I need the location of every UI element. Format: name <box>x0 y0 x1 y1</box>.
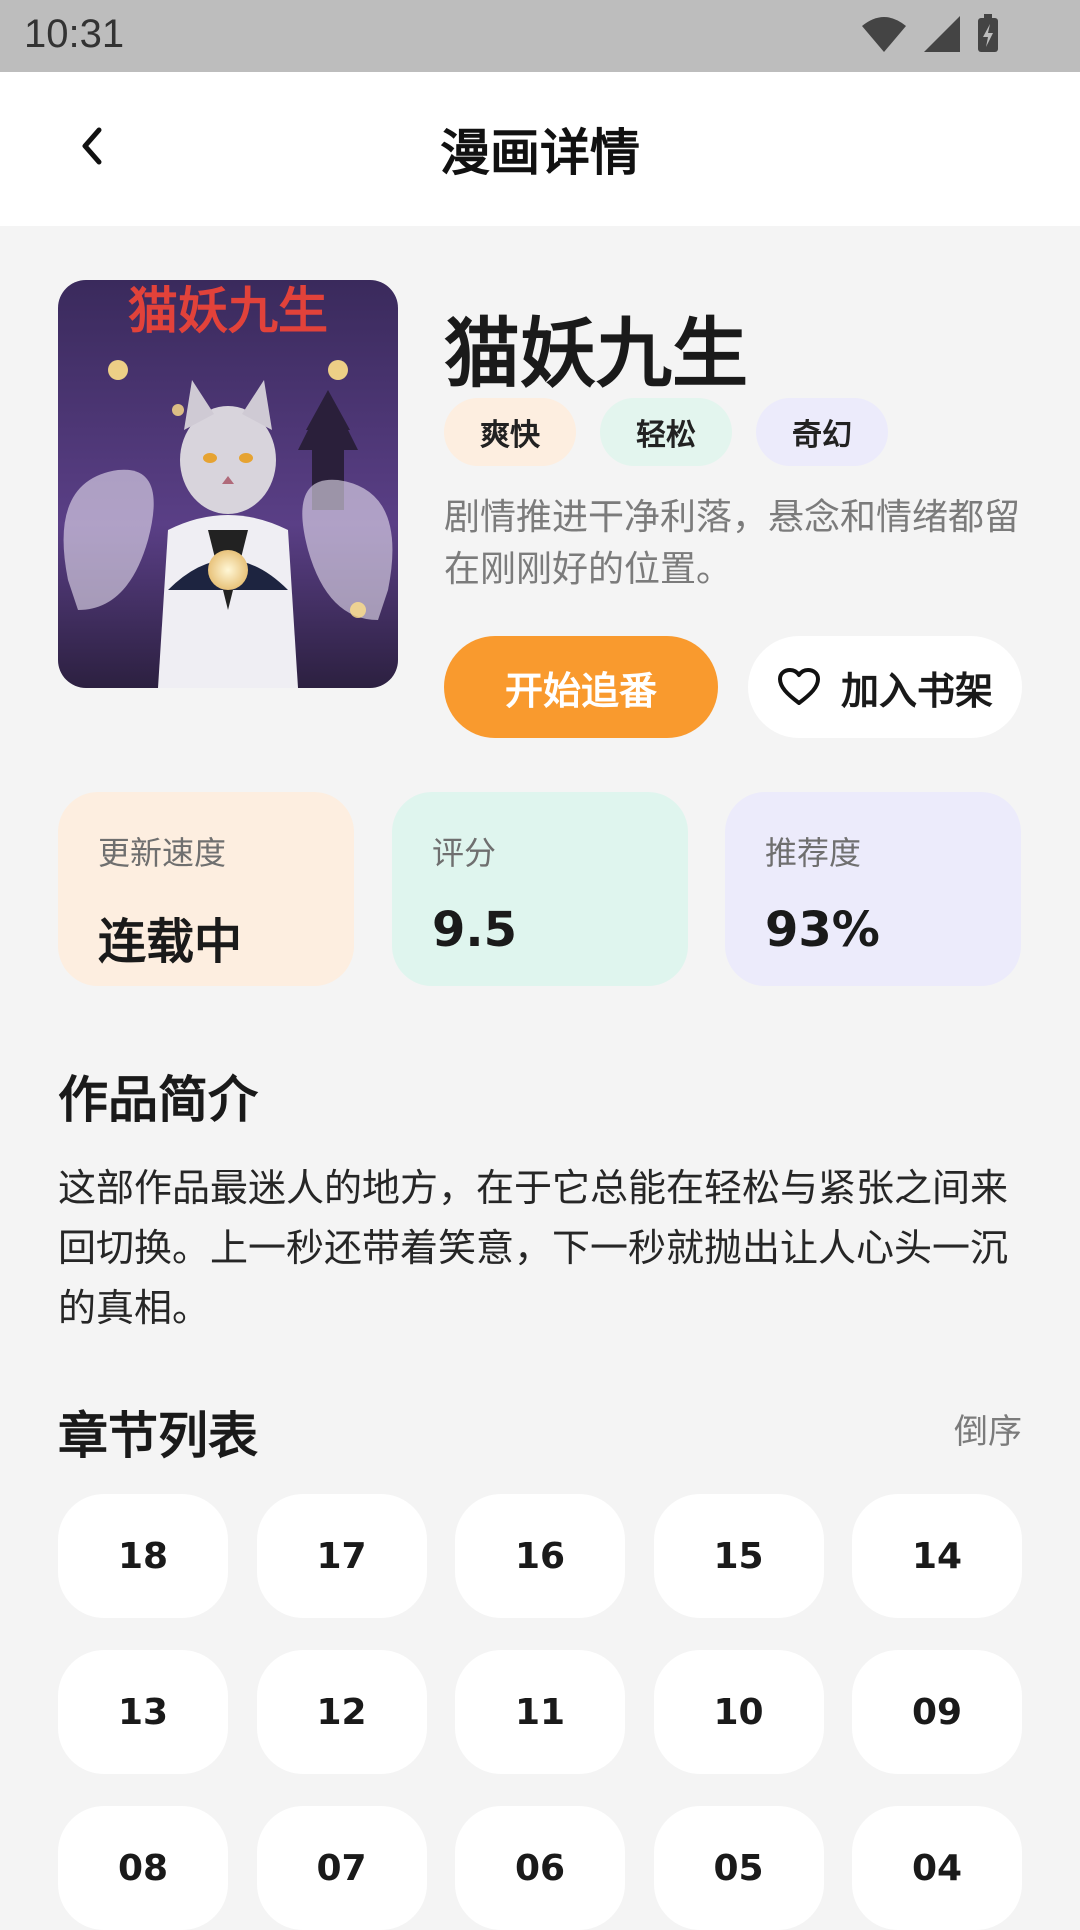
chapter-item[interactable]: 06 <box>455 1806 625 1930</box>
comic-cover[interactable]: 猫妖九生 <box>58 280 398 688</box>
page-title: 漫画详情 <box>440 124 640 182</box>
status-bar: 10:31 <box>0 0 1080 72</box>
chapter-item[interactable]: 16 <box>455 1494 625 1618</box>
cover-title-art: 猫妖九生 <box>128 282 328 340</box>
chapter-item[interactable]: 14 <box>852 1494 1022 1618</box>
chapter-item[interactable]: 09 <box>852 1650 1022 1774</box>
intro-title: 作品简介 <box>58 1071 258 1129</box>
stat-label: 推荐度 <box>765 834 862 872</box>
tag-chip[interactable]: 轻松 <box>600 398 732 466</box>
chapter-grid: 18 17 16 15 14 13 12 11 10 09 08 07 06 0… <box>58 1494 1022 1930</box>
signal-icon <box>924 16 960 52</box>
intro-text: 这部作品最迷人的地方，在于它总能在轻松与紧张之间来回切换。上一秒还带着笑意，下一… <box>58 1166 1009 1330</box>
chapter-item[interactable]: 15 <box>653 1494 824 1618</box>
stat-value: 93% <box>765 902 880 958</box>
wifi-icon <box>862 17 906 52</box>
comic-tagline: 剧情推进干净利落，悬念和情绪都留在刚刚好的位置。 <box>444 497 1021 590</box>
chapter-item[interactable]: 07 <box>256 1806 427 1930</box>
start-reading-label: 开始追番 <box>504 668 657 713</box>
add-to-shelf-button[interactable]: 加入书架 <box>748 636 1022 738</box>
chapter-item[interactable]: 04 <box>852 1806 1022 1930</box>
chapter-list-title: 章节列表 <box>58 1407 258 1465</box>
chapter-item[interactable]: 12 <box>256 1650 427 1774</box>
stat-value: 连载中 <box>98 914 243 970</box>
comic-title: 猫妖九生 <box>444 309 748 398</box>
tag-list: 爽快 轻松 奇幻 <box>444 398 888 466</box>
chevron-left-icon <box>82 127 102 165</box>
sort-toggle-button[interactable]: 倒序 <box>954 1404 1022 1453</box>
add-to-shelf-label: 加入书架 <box>840 668 993 713</box>
chapter-item[interactable]: 13 <box>58 1650 228 1774</box>
cover-illustration: 猫妖九生 <box>58 280 398 688</box>
tag-chip[interactable]: 爽快 <box>444 398 576 466</box>
heart-outline-icon <box>777 668 820 705</box>
stat-card-rating: 评分 9.5 <box>392 792 688 986</box>
stat-card-recommend: 推荐度 93% <box>725 792 1021 986</box>
stat-label: 评分 <box>432 834 497 872</box>
stat-value: 9.5 <box>432 902 518 958</box>
back-button[interactable] <box>62 116 122 176</box>
battery-charging-icon <box>978 14 998 52</box>
chapter-item[interactable]: 11 <box>455 1650 625 1774</box>
app-header: 漫画详情 <box>0 72 1080 226</box>
chapter-item[interactable]: 08 <box>58 1806 228 1930</box>
chapter-item[interactable]: 18 <box>58 1494 228 1618</box>
chapter-item[interactable]: 05 <box>653 1806 824 1930</box>
stat-label: 更新速度 <box>98 834 227 872</box>
status-icons <box>860 14 1000 54</box>
status-time: 10:31 <box>24 12 125 56</box>
chapter-item[interactable]: 10 <box>653 1650 824 1774</box>
start-reading-button[interactable]: 开始追番 <box>444 636 718 738</box>
tag-chip[interactable]: 奇幻 <box>756 398 888 466</box>
chapter-item[interactable]: 17 <box>256 1494 427 1618</box>
stat-card-update: 更新速度 连载中 <box>58 792 354 986</box>
